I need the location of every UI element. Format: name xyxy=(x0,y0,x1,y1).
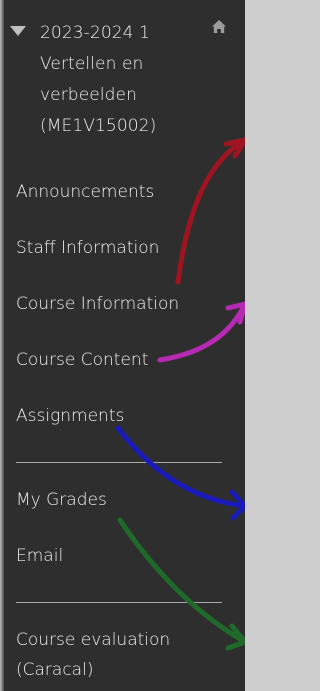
home-icon[interactable] xyxy=(210,18,228,36)
menu-divider xyxy=(16,462,222,463)
blue-annotation-arrow xyxy=(115,425,245,521)
course-title-line: verbeelden xyxy=(40,85,137,105)
menu-item-course-evaluation[interactable]: Course evaluation xyxy=(16,630,170,650)
menu-item-staff-information[interactable]: Staff Information xyxy=(16,238,159,258)
menu-item-announcements[interactable]: Announcements xyxy=(16,182,154,202)
menu-item-assignments[interactable]: Assignments xyxy=(16,406,124,426)
menu-item-label: Course evaluation xyxy=(16,630,171,650)
course-title: 2023-2024 1 Vertellen en verbeelden (ME1… xyxy=(40,18,210,142)
red-annotation-arrow xyxy=(175,137,245,285)
menu-item-email[interactable]: Email xyxy=(16,546,63,566)
course-title-line: 2023-2024 1 xyxy=(40,23,150,43)
menu-item-course-evaluation-line2[interactable]: (Caracal) xyxy=(16,660,93,680)
panel-edge xyxy=(0,0,4,691)
menu-item-course-content[interactable]: Course Content xyxy=(16,350,148,370)
course-navigation-panel: 2023-2024 1 Vertellen en verbeelden (ME1… xyxy=(0,0,245,691)
course-title-line: (ME1V15002) xyxy=(40,116,157,136)
menu-item-label: (Caracal) xyxy=(16,660,94,680)
green-annotation-arrow xyxy=(117,517,245,651)
menu-item-course-information[interactable]: Course Information xyxy=(16,294,179,314)
menu-item-my-grades[interactable]: My Grades xyxy=(16,490,107,510)
collapse-caret-icon[interactable] xyxy=(10,26,26,36)
menu-divider xyxy=(16,602,222,603)
course-title-line: Vertellen en xyxy=(40,54,144,74)
